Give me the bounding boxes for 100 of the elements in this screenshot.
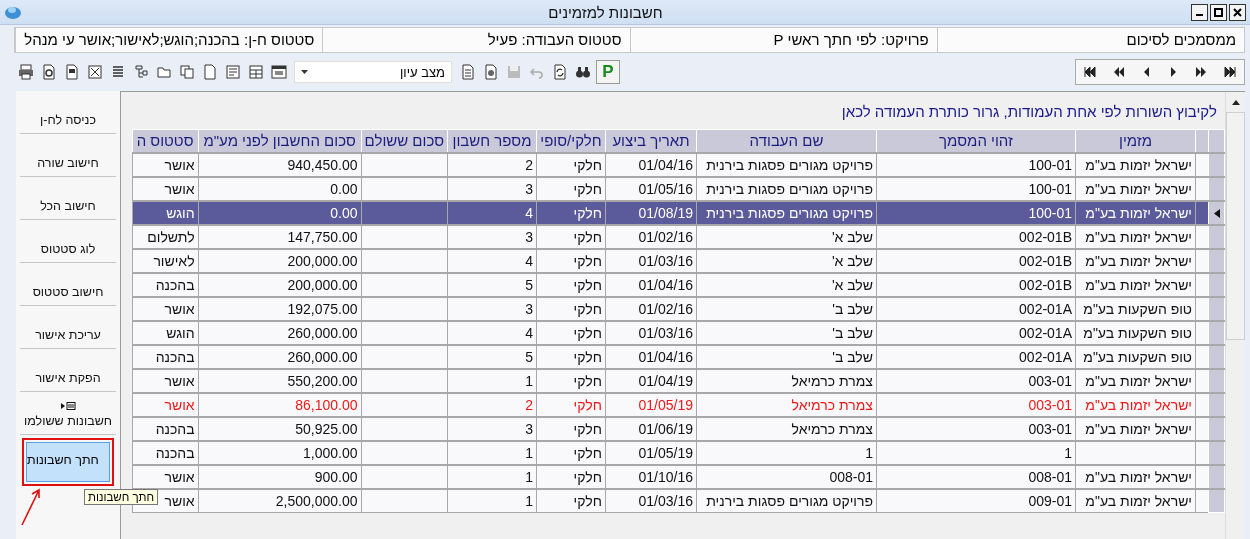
- form-icon[interactable]: [223, 62, 242, 82]
- up-triangle-icon: [1231, 99, 1240, 105]
- column-header[interactable]: תאריך ביצוע: [605, 129, 697, 153]
- minimize-button[interactable]: [1191, 3, 1208, 21]
- table-cell: 0.00: [198, 200, 362, 225]
- side-button[interactable]: כניסה לח-ן: [20, 91, 116, 134]
- table-cell: פרויקט מגורים פסגות בירנית: [696, 200, 877, 225]
- table-cell: ישראל יזמות בע"מ: [1075, 416, 1196, 441]
- table-cell: 100-01: [876, 152, 1076, 177]
- table-cell: 260,000.00: [198, 344, 362, 369]
- table-cell: טופ השקעות בע"מ: [1075, 344, 1196, 369]
- table-icon[interactable]: [246, 62, 265, 82]
- column-header[interactable]: סכום החשבון לפני מע"מ: [198, 129, 362, 153]
- table-cell: 01/05/16: [605, 176, 697, 201]
- side-button[interactable]: הפקת אישור: [20, 349, 116, 392]
- table-cell: 1,000.00: [198, 440, 362, 465]
- table-cell: חלקי: [536, 248, 606, 273]
- side-button[interactable]: חישוב שורה: [20, 134, 116, 177]
- table-cell: ישראל יזמות בע"מ: [1075, 176, 1196, 201]
- side-button[interactable]: עריכת אישור: [20, 306, 116, 349]
- skip-first-icon: [1082, 64, 1098, 80]
- table-cell: לאישור: [132, 248, 199, 273]
- table-cell: חלקי: [536, 416, 606, 441]
- side-button[interactable]: חישוב סטטוס: [20, 263, 116, 306]
- group-by-hint: לקיבוץ השורות לפי אחת העמודות, גרור כותרת העמודה לכאן: [840, 102, 1218, 122]
- table-cell: בהכנה: [132, 344, 199, 369]
- column-header[interactable]: שם העבודה: [696, 129, 877, 153]
- table-cell: 2: [447, 152, 537, 177]
- table-cell: אושר: [132, 296, 199, 321]
- table-cell: פרויקט מגורים פסגות בירנית: [696, 176, 877, 201]
- view-mode-dropdown[interactable]: מצב עיון: [294, 61, 452, 83]
- table-cell: 008-01: [696, 464, 877, 489]
- side-button[interactable]: חתך חשבונות: [26, 442, 110, 482]
- table-cell: חלקי: [536, 488, 606, 513]
- table-cell: אושר: [132, 368, 199, 393]
- table-cell: חלקי: [536, 344, 606, 369]
- table-cell: 3: [447, 224, 537, 249]
- side-button[interactable]: חישוב הכל: [20, 177, 116, 220]
- table-cell: ישראל יזמות בע"מ: [1075, 464, 1196, 489]
- table-cell: 01/05/19: [605, 392, 697, 417]
- app-logo-icon: [4, 4, 22, 20]
- column-header[interactable]: מספר חשבון: [447, 129, 537, 153]
- table-cell: 900.00: [198, 464, 362, 489]
- table-cell: חלקי: [536, 296, 606, 321]
- column-header[interactable]: סכום ששולם: [361, 129, 448, 153]
- arrow-table-icon: [60, 402, 76, 410]
- table-cell: 01/04/19: [605, 368, 697, 393]
- table-cell: 1: [696, 440, 877, 465]
- table-cell: 940,450.00: [198, 152, 362, 177]
- side-button[interactable]: חשבונות ששולמו: [20, 392, 116, 435]
- table-cell: 01/02/16: [605, 296, 697, 321]
- table-cell: 550,200.00: [198, 368, 362, 393]
- table-cell: 01/03/16: [605, 488, 697, 513]
- window-title: חשבונות למזמינים: [547, 3, 664, 21]
- table-cell: 01/02/16: [605, 224, 697, 249]
- table-cell: 01/03/16: [605, 248, 697, 273]
- table-cell: ישראל יזמות בע"מ: [1075, 392, 1196, 417]
- window-icon[interactable]: [269, 62, 288, 82]
- p-button[interactable]: P: [596, 60, 620, 84]
- table-cell: שלב ב': [696, 344, 877, 369]
- column-header[interactable]: זהוי המסמך: [876, 129, 1076, 153]
- table-cell: 100-01: [876, 200, 1076, 225]
- table-cell: 1: [447, 440, 537, 465]
- table-cell: חלקי: [536, 200, 606, 225]
- table-cell: צמרת כרמיאל: [696, 368, 877, 393]
- table-cell: 2,500,000.00: [198, 488, 362, 513]
- table-cell: 1: [876, 440, 1076, 465]
- table-cell: ישראל יזמות בע"מ: [1075, 248, 1196, 273]
- close-button[interactable]: [1229, 3, 1246, 21]
- info-field: פרויקט: לפי חתך ראשי P: [629, 28, 937, 52]
- table-cell: 200,000.00: [198, 248, 362, 273]
- table-cell: חלקי: [536, 272, 606, 297]
- table-cell: חלקי: [536, 368, 606, 393]
- copy-icon[interactable]: [177, 62, 196, 82]
- table-cell: 4: [447, 248, 537, 273]
- table-cell: 3: [447, 416, 537, 441]
- table-cell: 008-01: [876, 464, 1076, 489]
- table-cell: שלב ב': [696, 296, 877, 321]
- close-icon: [1233, 7, 1242, 17]
- table-cell: שלב א': [696, 224, 877, 249]
- table-cell: ישראל יזמות בע"מ: [1075, 368, 1196, 393]
- table-cell: 01/10/16: [605, 464, 697, 489]
- table-cell: 4: [447, 320, 537, 345]
- annotation-arrow: [20, 487, 42, 527]
- maximize-button[interactable]: [1210, 3, 1227, 21]
- table-cell: אושר: [132, 176, 199, 201]
- printer-icon[interactable]: [16, 62, 35, 82]
- table-cell: ישראל יזמות בע"מ: [1075, 488, 1196, 513]
- column-header[interactable]: סטטוס ה: [132, 129, 199, 153]
- table-cell: בהכנה: [132, 440, 199, 465]
- column-header[interactable]: חלקי/סופי: [536, 129, 606, 153]
- caret-icon: [301, 70, 308, 74]
- table-cell: 01/08/19: [605, 200, 697, 225]
- spreadsheet-icon[interactable]: [85, 62, 104, 82]
- side-button[interactable]: לוג סטטוס: [20, 220, 116, 263]
- table-cell: 002-01A: [876, 296, 1076, 321]
- table-cell: צמרת כרמיאל: [696, 392, 877, 417]
- table-cell: 260,000.00: [198, 320, 362, 345]
- table-cell: שלב א': [696, 272, 877, 297]
- column-header[interactable]: מזמין: [1075, 129, 1196, 153]
